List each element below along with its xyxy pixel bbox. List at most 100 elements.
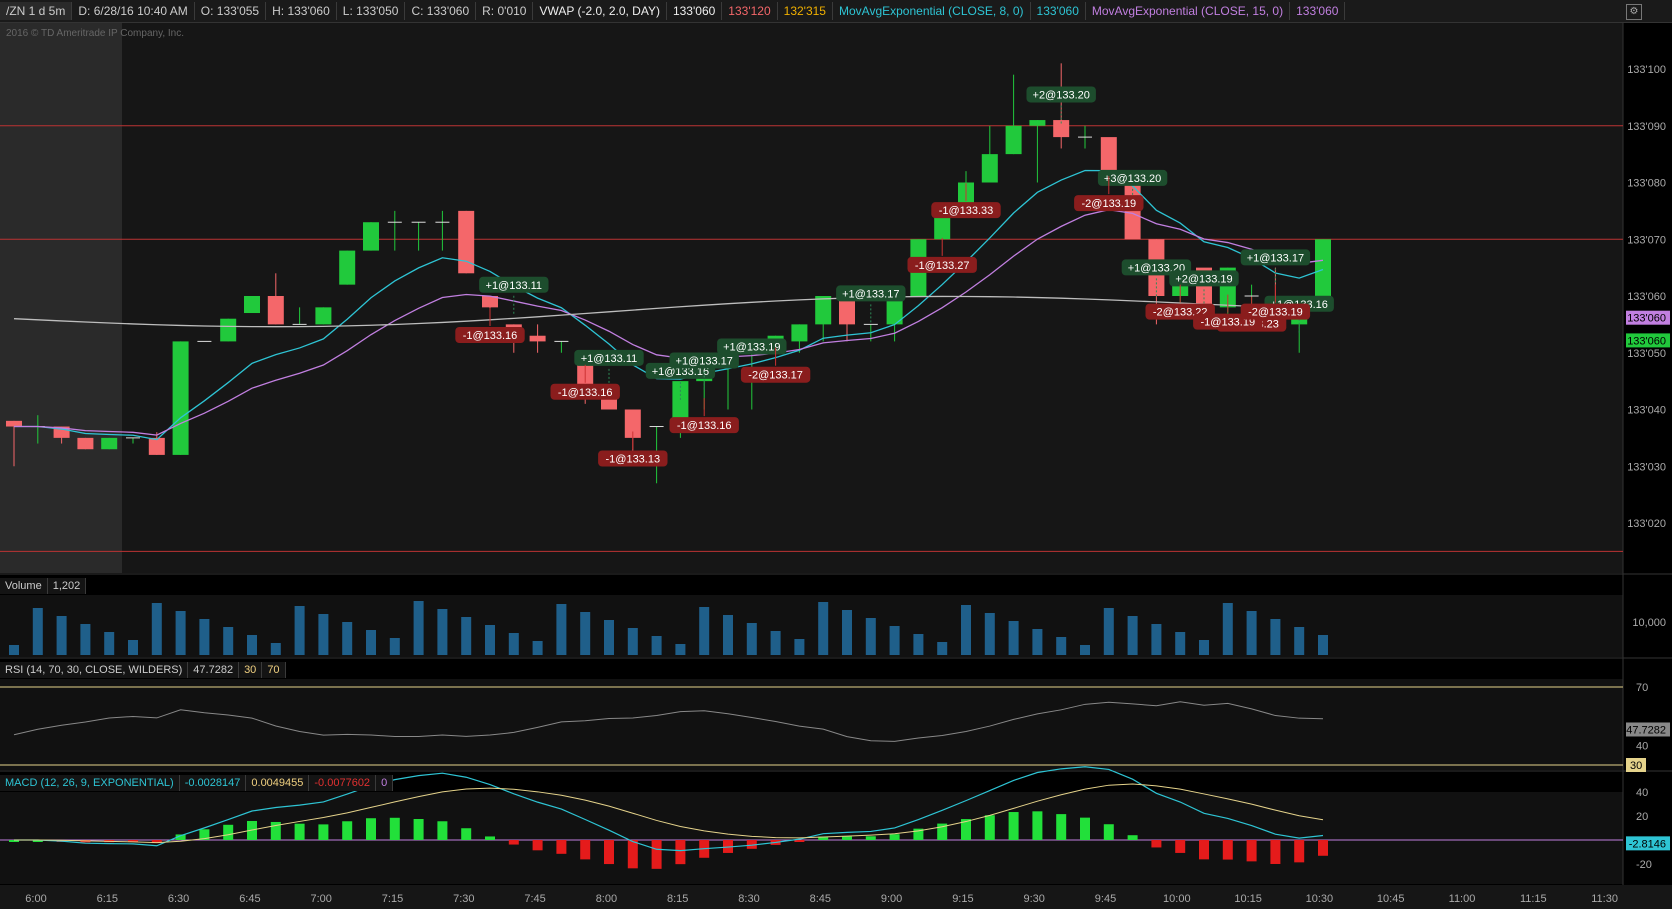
price-axis-label: 133'030 <box>1627 461 1666 473</box>
volume-bar <box>56 616 67 655</box>
macd-v3: -0.0077602 <box>309 775 377 791</box>
time-axis-label: 9:15 <box>952 893 973 905</box>
macd-histogram-bar <box>556 840 567 854</box>
macd-histogram-bar <box>984 815 995 840</box>
price-panel <box>0 23 1623 573</box>
candle-body <box>315 307 332 325</box>
order-tag-text: -1@133.13 <box>606 454 661 466</box>
candle-body <box>363 222 379 251</box>
volume-bar <box>1294 627 1305 655</box>
volume-bar <box>151 603 162 655</box>
time-axis-label: 9:00 <box>881 893 902 905</box>
volume-bar <box>556 604 567 655</box>
volume-bar <box>913 634 924 655</box>
volume-bar <box>32 608 43 655</box>
buy-order-tag: +2@133.19 <box>1169 270 1239 287</box>
candle-body <box>172 341 189 455</box>
candle-body <box>981 154 998 183</box>
chart-canvas[interactable]: 133'100 133'090 133'080 133'070 133'060 133'0… <box>0 0 1672 909</box>
macd-histogram-bar <box>342 821 353 840</box>
macd-axis-label: 40 <box>1636 787 1648 799</box>
macd-header: MACD (12, 26, 9, EXPONENTIAL) -0.0028147… <box>0 775 394 791</box>
order-tag-text: +1@133.17 <box>842 288 899 300</box>
time-axis-label: 10:45 <box>1377 893 1405 905</box>
macd-histogram-bar <box>604 840 614 865</box>
time-axis-label: 6:15 <box>97 893 118 905</box>
price-axis-label: 133'090 <box>1627 121 1666 133</box>
sell-order-tag: -1@133.16 <box>669 417 739 434</box>
volume-bar <box>1151 624 1162 655</box>
ema15-badge-text: 133'060 <box>1627 313 1666 325</box>
volume-bar <box>413 601 424 655</box>
volume-bar <box>604 620 614 655</box>
macd-histogram-bar <box>389 817 400 840</box>
macd-histogram-bar <box>1056 814 1067 840</box>
time-axis-label: 7:45 <box>524 893 545 905</box>
macd-v2: 0.0049455 <box>246 775 310 791</box>
volume-label[interactable]: Volume <box>0 578 48 594</box>
time-axis-label: 8:15 <box>667 893 688 905</box>
price-axis-label: 133'100 <box>1627 64 1666 76</box>
rsi-badge-text: 47.7282 <box>1626 724 1666 736</box>
sell-order-tag: -1@133.16 <box>550 383 620 400</box>
buy-order-tag: +1@133.17 <box>669 352 739 369</box>
volume-value: 1,202 <box>48 578 87 594</box>
time-axis-label: 11:00 <box>1449 893 1476 905</box>
volume-bar <box>651 636 662 655</box>
time-axis-label: 6:00 <box>25 893 46 905</box>
volume-header: Volume 1,202 <box>0 578 87 594</box>
volume-bar <box>1056 637 1067 655</box>
volume-bar <box>723 615 733 655</box>
macd-histogram-bar <box>366 818 376 840</box>
macd-histogram-bar <box>1199 840 1209 860</box>
sell-order-tag: -2@133.19 <box>1074 195 1144 212</box>
volume-bar <box>437 609 448 655</box>
macd-label[interactable]: MACD (12, 26, 9, EXPONENTIAL) <box>0 775 180 791</box>
buy-order-tag: +2@133.20 <box>1026 86 1096 103</box>
macd-histogram-bar <box>1318 840 1328 856</box>
buy-order-tag: +1@133.17 <box>836 285 906 302</box>
macd-histogram-bar <box>413 819 424 840</box>
order-tag-text: -1@133.16 <box>463 330 518 342</box>
volume-bar <box>318 614 329 655</box>
volume-bar <box>1222 603 1233 655</box>
rsi-label[interactable]: RSI (14, 70, 30, CLOSE, WILDERS) <box>0 662 189 678</box>
volume-bar <box>984 613 995 655</box>
macd-histogram-bar <box>1222 840 1233 860</box>
rsi-value: 47.7282 <box>188 662 240 678</box>
volume-bar <box>1032 629 1043 655</box>
volume-bar <box>1270 619 1281 655</box>
time-axis-label: 10:00 <box>1163 893 1191 905</box>
order-tag-text: -2@133.19 <box>1248 307 1303 319</box>
volume-bar <box>342 622 353 655</box>
order-tag-text: +1@133.17 <box>1247 252 1304 264</box>
volume-bar <box>461 617 472 655</box>
price-axis-label: 133'070 <box>1627 234 1666 246</box>
time-axis-label: 9:45 <box>1095 893 1116 905</box>
volume-bar <box>1080 645 1090 655</box>
time-axis-label: 6:30 <box>168 893 189 905</box>
candle-body <box>220 318 237 342</box>
price-axis-label: 133'060 <box>1627 291 1666 303</box>
volume-bar <box>699 607 710 655</box>
order-tag-text: +3@133.20 <box>1104 173 1161 185</box>
price-axis-label: 133'040 <box>1627 405 1666 417</box>
order-tag-text: -2@133.19 <box>1082 198 1137 210</box>
volume-bar <box>80 624 91 655</box>
macd-histogram-bar <box>794 840 805 842</box>
candle-body <box>77 437 94 450</box>
macd-histogram-bar <box>508 840 519 845</box>
volume-bar <box>270 643 281 655</box>
order-tag-text: +1@133.11 <box>581 353 638 365</box>
volume-bar <box>675 644 686 655</box>
time-axis-label: 8:00 <box>596 893 617 905</box>
order-tag-text: +1@133.19 <box>723 342 780 354</box>
time-axis-label: 10:30 <box>1306 893 1334 905</box>
macd-histogram-bar <box>1103 824 1114 840</box>
macd-histogram-bar <box>532 840 543 851</box>
volume-bar <box>366 630 376 655</box>
macd-badge-text: -2.8146 <box>1629 838 1666 850</box>
order-tag-text: +2@133.20 <box>1033 89 1090 101</box>
price-axis-label: 133'080 <box>1627 178 1666 190</box>
time-axis-label: 6:45 <box>239 893 260 905</box>
